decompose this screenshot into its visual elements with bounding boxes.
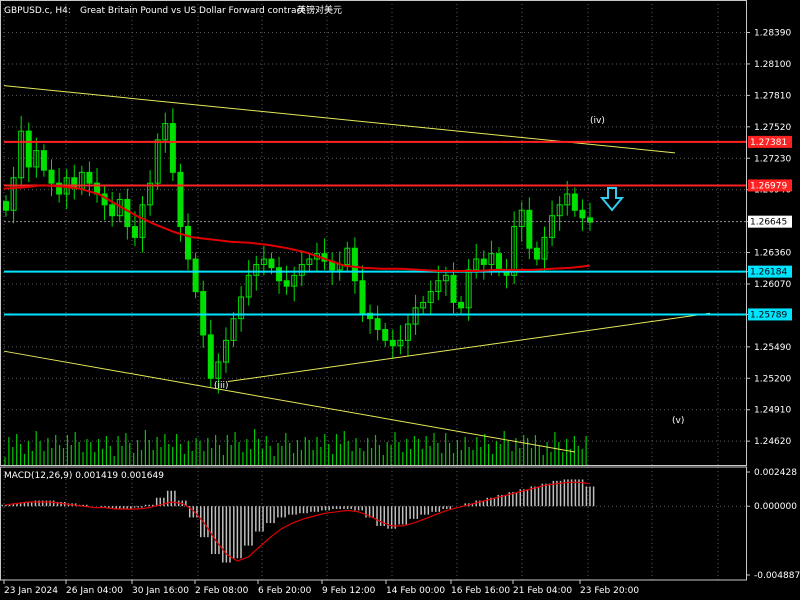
candle-body xyxy=(571,193,578,211)
macd-signal xyxy=(5,481,591,562)
support-label: 1.25789 xyxy=(750,310,787,320)
candle-body xyxy=(533,247,540,260)
price-tick-label: 1.28390 xyxy=(754,29,791,39)
price-tick-label: 1.24620 xyxy=(754,437,791,447)
wave-label: (iv) xyxy=(590,116,605,126)
candle-body xyxy=(25,130,32,168)
price-tick-label: 1.24910 xyxy=(754,406,791,416)
chart-description-cn: 英镑对美元 xyxy=(297,4,342,16)
candle-body xyxy=(3,201,9,211)
candle-body xyxy=(192,258,199,293)
time-tick-label: 23 Jan 2024 xyxy=(4,586,58,596)
moving-average xyxy=(3,184,591,272)
price-levels xyxy=(4,140,746,316)
candle-body xyxy=(495,253,502,271)
wave-label: (iii) xyxy=(214,381,229,391)
price-tick-label: 1.27810 xyxy=(754,91,791,101)
candle-body xyxy=(359,280,366,314)
macd-panel-border xyxy=(0,466,747,581)
time-tick-label: 14 Feb 00:00 xyxy=(386,586,445,596)
current-price-label: 1.26645 xyxy=(750,218,787,228)
down-arrow-icon xyxy=(599,187,625,212)
candle-body xyxy=(177,171,184,228)
macd-tick-label: 0.002428 xyxy=(754,468,797,478)
chart-frame xyxy=(0,0,747,581)
candle-body xyxy=(374,318,381,331)
chart-symbol-timeframe: GBPUSD.c, H4: xyxy=(4,6,71,16)
time-tick-label: 16 Feb 16:00 xyxy=(451,586,510,596)
chart-description: Great Britain Pound vs US Dollar Forward… xyxy=(80,6,305,16)
wave-label: (v) xyxy=(672,416,684,426)
macd-signal-line xyxy=(5,481,591,562)
candle-body xyxy=(351,247,358,282)
price-tick-label: 1.28100 xyxy=(754,60,791,70)
price-tick-label: 1.25200 xyxy=(754,374,791,384)
candle-body xyxy=(382,329,389,341)
price-tick-label: 1.27230 xyxy=(754,154,791,164)
candle-body xyxy=(480,258,487,265)
trendline xyxy=(227,312,711,383)
time-tick-label: 26 Jan 04:00 xyxy=(66,586,123,596)
candle-body xyxy=(185,226,192,260)
macd-axis: 0.002428 0.000000 -0.004887 xyxy=(746,468,800,581)
candle-body xyxy=(389,339,396,347)
candle-body xyxy=(200,291,207,336)
time-tick-label: 30 Jan 16:00 xyxy=(132,586,189,596)
candle-body xyxy=(268,258,275,269)
candle-body xyxy=(276,267,283,282)
macd-label: MACD(12,26,9) 0.001419 0.001649 xyxy=(4,471,164,481)
candle-body xyxy=(109,204,116,217)
time-tick-label: 21 Feb 04:00 xyxy=(513,586,572,596)
price-tick-label: 1.26070 xyxy=(754,280,791,290)
time-tick-label: 9 Feb 12:00 xyxy=(322,586,376,596)
candle-body xyxy=(283,280,290,287)
moving-average-line xyxy=(3,184,591,272)
price-panel-border xyxy=(0,0,747,466)
candle-body xyxy=(40,150,47,171)
volume-bars xyxy=(4,429,587,465)
price-axis: 1.28390 1.28100 1.27810 1.27520 1.27230 1.269… xyxy=(746,29,791,447)
candle-body xyxy=(450,274,457,303)
candle-body xyxy=(579,209,586,219)
trendline xyxy=(3,350,576,453)
candle-body xyxy=(124,198,131,228)
candle-body xyxy=(131,226,138,238)
price-tick-label: 1.26360 xyxy=(754,249,791,259)
price-tick-label: 1.25490 xyxy=(754,343,791,353)
resistance-label: 1.26979 xyxy=(750,181,787,191)
macd-histogram xyxy=(1,479,746,563)
time-tick-label: 2 Feb 08:00 xyxy=(195,586,249,596)
candle-body xyxy=(526,209,533,249)
candle-body xyxy=(207,334,214,379)
candle-body xyxy=(86,171,93,184)
candle-body xyxy=(169,123,176,173)
time-axis: 23 Jan 2024 26 Jan 04:00 30 Jan 16:00 2 Feb… xyxy=(3,580,639,596)
time-tick-label: 6 Feb 20:00 xyxy=(258,586,312,596)
price-tick-label: 1.27520 xyxy=(754,123,791,133)
macd-tick-label: 0.000000 xyxy=(754,502,797,512)
resistance-label: 1.27381 xyxy=(750,138,787,148)
candle-body xyxy=(48,169,55,184)
macd-tick-label: -0.004887 xyxy=(754,571,800,581)
price-chart[interactable]: 1.28390 1.28100 1.27810 1.27520 1.27230 1.269… xyxy=(0,0,800,600)
support-label: 1.26184 xyxy=(750,268,787,278)
time-tick-label: 23 Feb 20:00 xyxy=(580,586,639,596)
grid-lines xyxy=(3,0,746,580)
candle-body xyxy=(458,301,465,309)
